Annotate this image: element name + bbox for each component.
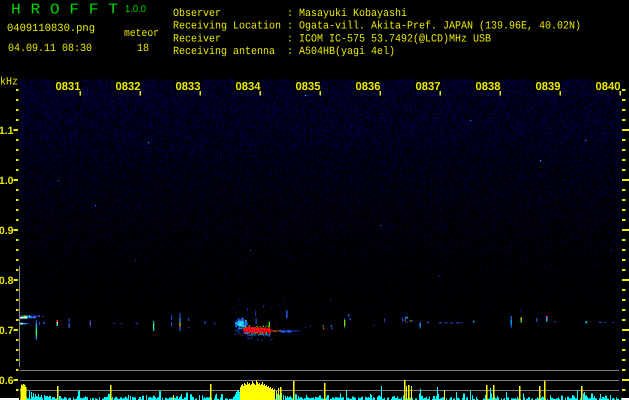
- svg-text:0409110830.png: 0409110830.png: [7, 23, 95, 35]
- svg-text:0832: 0832: [116, 81, 141, 93]
- svg-text:Receiving antenna : A504HB(ya: Receiving antenna : A504HB(yagi 4el): [173, 46, 395, 58]
- svg-text:0840: 0840: [596, 81, 621, 93]
- svg-text:0838: 0838: [476, 81, 502, 93]
- svg-text:0836: 0836: [356, 81, 381, 93]
- svg-text:0.8: 0.8: [0, 275, 14, 287]
- svg-text:0839: 0839: [536, 81, 561, 93]
- svg-text:04.09.11 08:30: 04.09.11 08:30: [8, 43, 92, 55]
- svg-text:Receiving Location : Ogata-vil: Receiving Location : Ogata-vill. Akita-P…: [173, 21, 581, 33]
- svg-text:kHz: kHz: [0, 77, 18, 89]
- svg-text:0834: 0834: [236, 81, 262, 93]
- svg-text:0837: 0837: [416, 81, 441, 93]
- svg-text:H R O F F T: H R O F F T: [11, 2, 118, 19]
- svg-text:0831: 0831: [56, 81, 82, 93]
- svg-text:0.9: 0.9: [0, 225, 14, 237]
- svg-text:1.1: 1.1: [0, 125, 14, 137]
- svg-text:0.7: 0.7: [0, 325, 14, 337]
- svg-text:Receiver : ICOM IC-5: Receiver : ICOM IC-575 53.7492(@LCD)MHz …: [173, 33, 491, 45]
- svg-text:0833: 0833: [176, 81, 201, 93]
- svg-text:0835: 0835: [296, 81, 322, 93]
- svg-text:Observer : Masayuki: Observer : Masayuki Kobayashi: [173, 8, 407, 20]
- svg-text:meteor: meteor: [124, 28, 159, 40]
- svg-text:1.0: 1.0: [0, 175, 14, 187]
- svg-text:18: 18: [137, 43, 149, 55]
- svg-text:0.6: 0.6: [0, 375, 14, 387]
- svg-text:1.0.0: 1.0.0: [125, 4, 146, 15]
